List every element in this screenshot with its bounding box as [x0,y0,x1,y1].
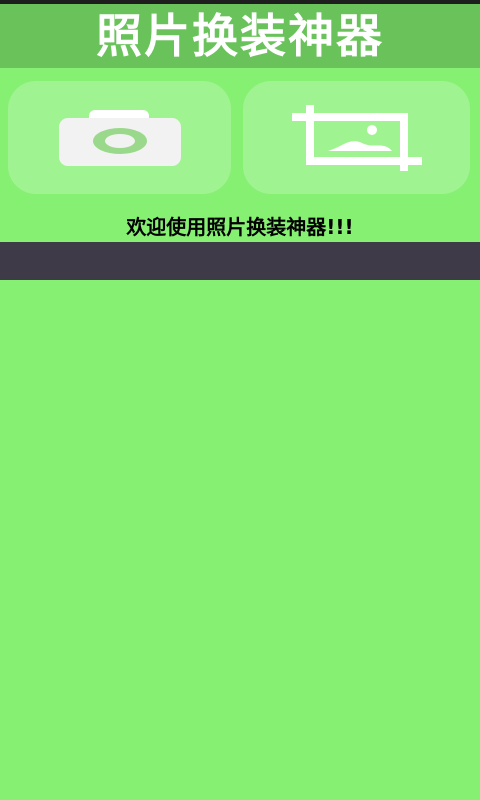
title-bar: 照片换装神器 [0,4,480,68]
crop-image-button[interactable] [243,81,470,194]
crop-image-icon [291,104,422,171]
app-title: 照片换装神器 [96,9,384,63]
welcome-message: 欢迎使用照片换装神器!!! [126,215,354,239]
camera-button[interactable] [8,81,231,194]
content-divider-band [0,242,480,280]
camera-icon [58,109,181,166]
